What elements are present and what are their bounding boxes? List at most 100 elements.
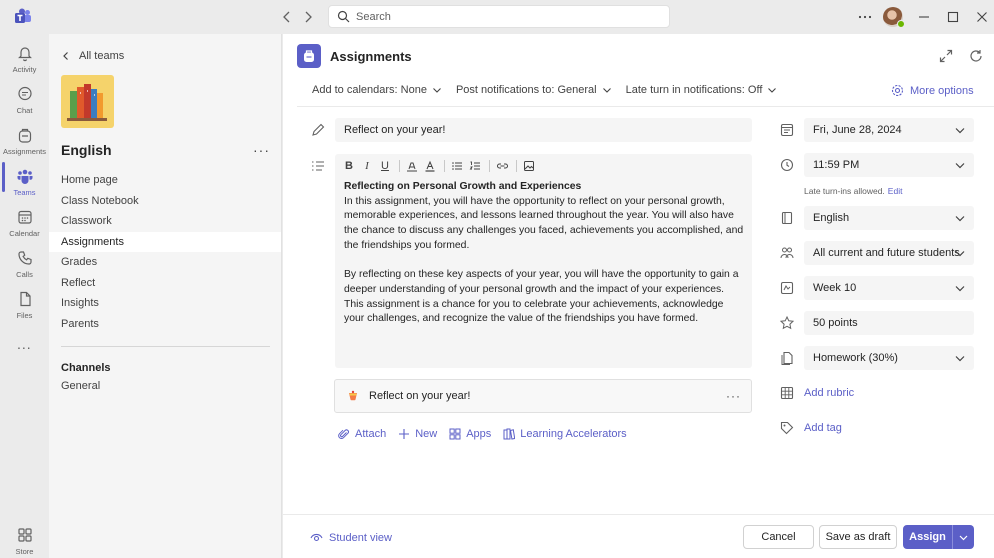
close-icon[interactable]	[974, 9, 990, 25]
nav-item-grades[interactable]: Grades	[49, 252, 281, 273]
due-date-value: Fri, June 28, 2024	[813, 124, 902, 136]
post-notifications-dropdown[interactable]: Post notifications to: General	[456, 84, 612, 96]
attach-button[interactable]: Attach	[338, 428, 386, 440]
assign-button[interactable]: Assign	[903, 525, 952, 549]
presence-available-icon	[897, 20, 905, 28]
learning-accelerators-button[interactable]: Learning Accelerators	[503, 428, 627, 440]
due-date-picker[interactable]: Fri, June 28, 2024	[804, 118, 974, 142]
due-time-picker[interactable]: 11:59 PM	[804, 153, 974, 177]
class-value: English	[813, 212, 850, 224]
bullet-list-icon[interactable]	[449, 158, 465, 174]
chevron-down-icon	[433, 88, 441, 93]
channels-heading: Channels	[61, 362, 111, 374]
attachment-card[interactable]: Reflect on your year! ···	[334, 379, 752, 413]
forward-arrow-icon[interactable]	[300, 9, 316, 25]
more-options-label: More options	[910, 84, 974, 97]
rail-item-chat[interactable]: Chat	[0, 79, 49, 119]
rail-item-teams[interactable]: Teams	[0, 161, 49, 201]
search-input[interactable]: Search	[328, 5, 670, 28]
module-select[interactable]: Week 10	[804, 276, 974, 300]
category-icon	[781, 351, 793, 365]
category-value: Homework (30%)	[813, 352, 898, 364]
apps-button[interactable]: Apps	[449, 428, 491, 440]
chat-icon	[17, 86, 32, 101]
instructions-heading: Reflecting on Personal Growth and Experi…	[344, 181, 582, 192]
students-select[interactable]: All current and future students	[804, 241, 974, 265]
gear-icon	[891, 84, 904, 97]
teams-logo-icon[interactable]	[14, 8, 32, 26]
students-value: All current and future students	[813, 247, 960, 259]
more-apps-icon[interactable]: ...	[17, 336, 32, 352]
late-turn-ins-edit-link[interactable]: Edit	[888, 186, 903, 196]
rail-label: Chat	[16, 106, 33, 115]
backpack-icon	[304, 50, 314, 62]
add-rubric-link[interactable]: Add rubric	[804, 387, 854, 399]
font-color-icon[interactable]	[422, 158, 438, 174]
student-view-button[interactable]: Student view	[310, 531, 392, 544]
expand-icon[interactable]	[938, 48, 954, 64]
add-to-calendars-dropdown[interactable]: Add to calendars: None	[312, 84, 442, 96]
pencil-icon	[312, 123, 325, 136]
rail-label: Assignments	[3, 147, 46, 156]
nav-item-home-page[interactable]: Home page	[49, 170, 281, 191]
points-input[interactable]: 50 points	[804, 311, 974, 335]
instructions-icon	[312, 161, 324, 171]
people-icon	[780, 247, 794, 259]
cancel-button[interactable]: Cancel	[743, 525, 814, 549]
bold-icon[interactable]: B	[341, 158, 357, 174]
nav-item-reflect[interactable]: Reflect	[49, 273, 281, 294]
rail-label: Calls	[16, 270, 33, 279]
image-icon[interactable]	[521, 158, 537, 174]
paperclip-icon	[338, 429, 349, 440]
assignment-title-value: Reflect on your year!	[344, 124, 446, 136]
eye-icon	[310, 533, 323, 542]
search-placeholder: Search	[356, 10, 391, 23]
rail-item-calls[interactable]: Calls	[0, 243, 49, 283]
assignment-title-input[interactable]: Reflect on your year!	[335, 118, 752, 142]
link-icon[interactable]	[494, 158, 510, 174]
options-divider	[297, 106, 994, 107]
late-turn-ins-text: Late turn-ins allowed. Edit	[804, 186, 902, 196]
highlight-icon[interactable]	[404, 158, 420, 174]
italic-icon[interactable]: I	[359, 158, 375, 174]
add-tag-link[interactable]: Add tag	[804, 422, 842, 434]
refresh-icon[interactable]	[968, 48, 984, 64]
assignment-editor: Assignments Add to calendars: None Post …	[283, 34, 994, 558]
rail-item-assignments[interactable]: Assignments	[0, 120, 49, 160]
more-options-button[interactable]: More options	[891, 84, 974, 97]
numbered-list-icon[interactable]	[467, 158, 483, 174]
new-button[interactable]: New	[398, 428, 437, 440]
category-select[interactable]: Homework (30%)	[804, 346, 974, 370]
underline-icon[interactable]: U	[377, 158, 393, 174]
chevron-down-icon	[955, 356, 965, 362]
all-teams-link[interactable]: All teams	[61, 50, 124, 62]
rail-item-activity[interactable]: Activity	[0, 38, 49, 78]
rail-item-calendar[interactable]: Calendar	[0, 202, 49, 242]
save-as-draft-button[interactable]: Save as draft	[819, 525, 897, 549]
maximize-icon[interactable]	[945, 9, 961, 25]
clock-icon	[780, 158, 794, 172]
minimize-icon[interactable]	[916, 9, 932, 25]
class-select[interactable]: English	[804, 206, 974, 230]
rail-label: Teams	[13, 188, 36, 197]
nav-item-insights[interactable]: Insights	[49, 293, 281, 314]
rail-item-files[interactable]: Files	[0, 284, 49, 324]
assign-options-button[interactable]	[952, 525, 974, 549]
team-panel: All teams English ··· Home page Class No…	[49, 34, 282, 558]
notifications-label: Post notifications to: General	[455, 84, 597, 96]
nav-item-classwork[interactable]: Classwork	[49, 211, 281, 232]
attachment-more-icon[interactable]: ···	[726, 389, 741, 403]
nav-item-assignments[interactable]: Assignments	[49, 231, 281, 252]
team-more-icon[interactable]: ···	[253, 142, 270, 158]
nav-item-class-notebook[interactable]: Class Notebook	[49, 191, 281, 212]
channel-general[interactable]: General	[61, 380, 100, 392]
nav-item-parents[interactable]: Parents	[49, 314, 281, 335]
back-arrow-icon[interactable]	[279, 9, 295, 25]
more-options-icon[interactable]	[857, 9, 873, 25]
late-notifications-dropdown[interactable]: Late turn in notifications: Off	[626, 84, 778, 96]
title-bar: Search	[0, 0, 994, 34]
bell-icon	[17, 47, 32, 62]
rail-item-store[interactable]: Store	[0, 520, 49, 558]
instructions-editor[interactable]: B I U Reflecting on Personal Growth and …	[335, 154, 752, 368]
search-icon	[337, 10, 350, 23]
